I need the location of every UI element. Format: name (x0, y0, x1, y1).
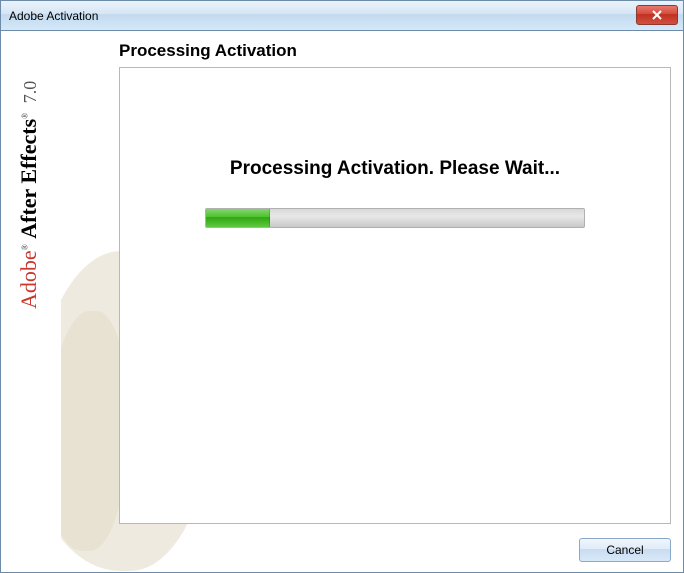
window-title: Adobe Activation (9, 9, 98, 23)
registered-icon: ® (21, 244, 30, 250)
status-message: Processing Activation. Please Wait... (160, 158, 630, 180)
brand-name: Adobe (16, 250, 41, 309)
dialog-window: Adobe Activation Adobe® After Effects® 7… (0, 0, 684, 573)
product-version: 7.0 (20, 81, 40, 104)
product-branding: Adobe® After Effects® 7.0 (16, 81, 42, 309)
panel-heading: Processing Activation (119, 41, 297, 61)
dialog-body: Adobe® After Effects® 7.0 Processing Act… (1, 31, 683, 572)
close-icon (652, 10, 662, 20)
main-panel: Processing Activation. Please Wait... (119, 67, 671, 524)
progress-fill (206, 209, 270, 227)
titlebar: Adobe Activation (1, 1, 683, 31)
button-row: Cancel (579, 538, 671, 562)
main-content: Processing Activation. Please Wait... (120, 68, 670, 228)
progress-bar (205, 208, 585, 228)
close-button[interactable] (636, 5, 678, 25)
cancel-button[interactable]: Cancel (579, 538, 671, 562)
product-name: After Effects (16, 119, 41, 239)
registered-icon: ® (21, 113, 30, 119)
sidebar: Adobe® After Effects® 7.0 (1, 31, 61, 572)
